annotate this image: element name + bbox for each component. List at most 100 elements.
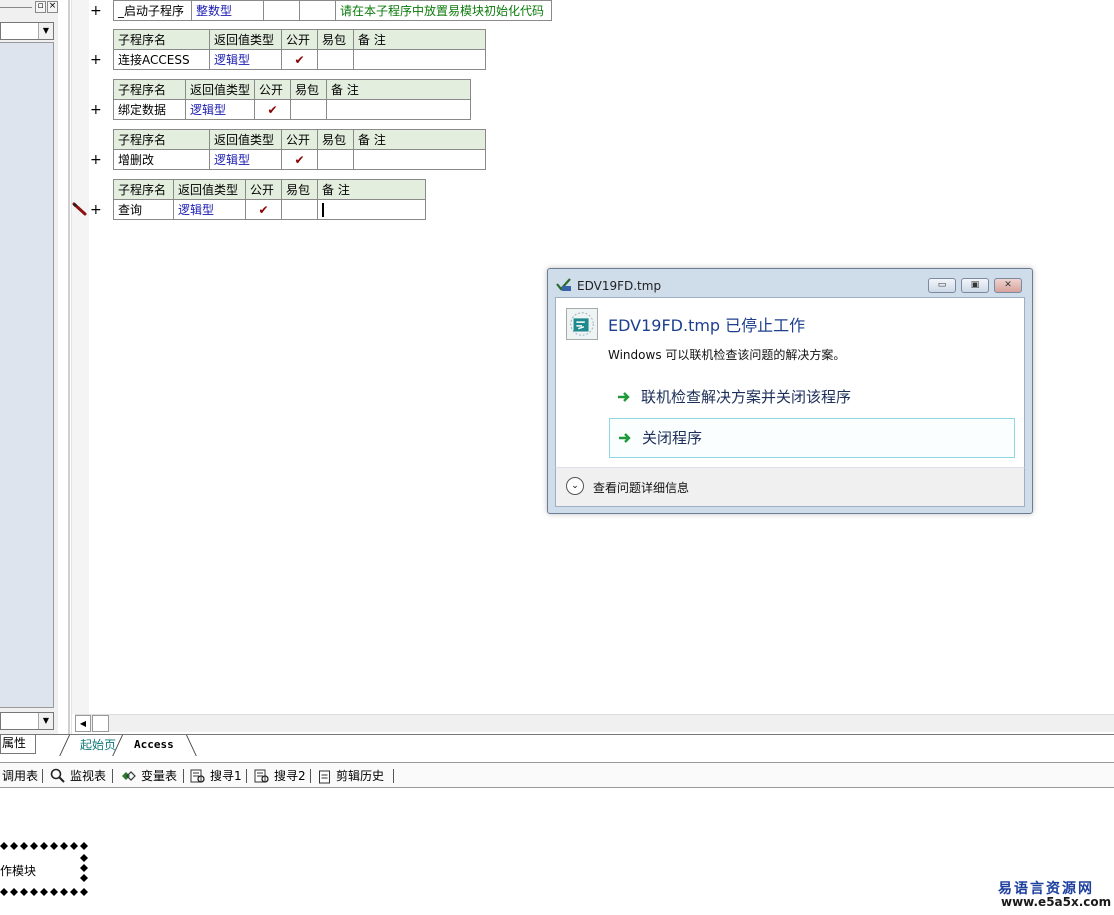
header-public: 公开 <box>254 79 292 100</box>
public-cell[interactable] <box>263 0 300 21</box>
panel-selector[interactable]: ▼ <box>0 22 54 40</box>
subroutine-table: 子程序名 返回值类型 公开 易包 备 注 绑定数据 逻辑型 ✔ <box>113 79 472 120</box>
panel-tree-view[interactable] <box>0 42 54 708</box>
toolbar-variable-table[interactable]: 变量表 <box>120 767 177 785</box>
comment-cell[interactable]: 请在本子程序中放置易模块初始化代码 <box>335 0 552 21</box>
toolbar-separator <box>183 769 184 783</box>
scroll-thumb[interactable] <box>92 715 109 732</box>
expand-toggle[interactable]: + <box>90 203 102 217</box>
comment-cell[interactable] <box>353 149 486 170</box>
subroutine-name[interactable]: 查询 <box>113 199 174 220</box>
table-row: 连接ACCESS 逻辑型 ✔ <box>113 49 486 70</box>
subroutine-name[interactable]: _启动子程序 <box>113 0 192 21</box>
return-type[interactable]: 逻辑型 <box>184 99 256 120</box>
toolbar-separator <box>246 769 247 783</box>
header-return-type: 返回值类型 <box>209 29 282 50</box>
chevron-down-icon[interactable]: ⌄ <box>566 477 584 495</box>
expand-toggle[interactable]: + <box>90 103 102 117</box>
panel-grip <box>0 7 32 8</box>
header-name: 子程序名 <box>113 79 186 100</box>
header-easy-pkg: 易包 <box>290 79 328 100</box>
public-checkmark[interactable]: ✔ <box>281 149 318 170</box>
return-type[interactable]: 整数型 <box>191 0 264 21</box>
public-checkmark[interactable]: ✔ <box>281 49 318 70</box>
return-type[interactable]: 逻辑型 <box>173 199 246 220</box>
dialog-footer: ⌄ 查看问题详细信息 <box>555 467 1025 507</box>
scroll-left-icon[interactable]: ◀ <box>75 715 91 732</box>
toolbar-separator <box>112 769 113 783</box>
subroutine-name[interactable]: 绑定数据 <box>113 99 186 120</box>
toolbar-search-2[interactable]: 搜寻2 <box>254 767 306 785</box>
chevron-down-icon[interactable]: ▼ <box>38 23 53 39</box>
option-label: 联机检查解决方案并关闭该程序 <box>641 388 852 406</box>
minimize-button[interactable]: ▭ <box>928 278 956 293</box>
subroutine-table: 子程序名 返回值类型 公开 易包 备 注 连接ACCESS 逻辑型 ✔ <box>113 29 486 70</box>
clipboard-icon <box>319 770 330 783</box>
comment-cell[interactable] <box>353 49 486 70</box>
dialog-title: EDV19FD.tmp <box>577 279 662 293</box>
toolbar-separator <box>42 769 43 783</box>
gutter <box>72 0 89 714</box>
chevron-down-icon[interactable]: ▼ <box>38 713 53 729</box>
horizontal-scrollbar[interactable]: ◀ <box>75 714 1114 732</box>
easy-pkg-cell[interactable] <box>317 149 354 170</box>
toolbar-label: 变量表 <box>141 769 178 783</box>
subroutine-name[interactable]: 连接ACCESS <box>113 49 210 70</box>
close-program-option[interactable]: 关闭程序 <box>609 418 1015 458</box>
file-tab-bar: 起始页 Access <box>0 734 1114 756</box>
subroutine-name[interactable]: 增删改 <box>113 149 210 170</box>
return-type[interactable]: 逻辑型 <box>209 49 282 70</box>
gutter-divider <box>68 0 70 734</box>
error-dialog: EDV19FD.tmp ▭ ▣ ✕ EDV19FD.tmp 已停止工作 Wind… <box>547 268 1033 514</box>
expand-toggle[interactable]: + <box>90 4 102 18</box>
expand-toggle[interactable]: + <box>90 153 102 167</box>
table-row: 查询 逻辑型 ✔ <box>113 199 426 220</box>
header-return-type: 返回值类型 <box>173 179 246 200</box>
header-comment: 备 注 <box>317 179 426 200</box>
maximize-button[interactable]: ▣ <box>961 278 989 293</box>
header-name: 子程序名 <box>113 29 210 50</box>
panel-restore-button[interactable]: ▫ <box>35 1 46 13</box>
toolbar-search-1[interactable]: 搜寻1 <box>190 767 242 785</box>
panel-close-button[interactable]: × <box>47 1 58 13</box>
easy-pkg-cell[interactable] <box>281 199 318 220</box>
comment-cell[interactable] <box>326 99 472 120</box>
toolbar-call-table[interactable]: 调用表 <box>2 767 38 785</box>
public-checkmark[interactable]: ✔ <box>245 199 282 220</box>
tab-access[interactable]: Access <box>124 735 184 756</box>
easy-pkg-cell[interactable] <box>299 0 336 21</box>
dialog-titlebar[interactable]: EDV19FD.tmp ▭ ▣ ✕ <box>548 269 1032 297</box>
view-details-link[interactable]: 查看问题详细信息 <box>593 479 689 496</box>
variables-icon <box>122 771 136 781</box>
panel-bottom-selector[interactable]: ▼ <box>0 712 54 730</box>
bottom-toolbar: 调用表 监视表 变量表 搜寻1 搜寻2 剪辑历史 <box>0 762 1114 788</box>
expand-toggle[interactable]: + <box>90 53 102 67</box>
header-public: 公开 <box>245 179 282 200</box>
panel-titlebar: ▫ × <box>0 0 62 17</box>
easy-pkg-cell[interactable] <box>290 99 328 120</box>
header-return-type: 返回值类型 <box>209 129 282 150</box>
toolbar-label: 搜寻1 <box>210 769 242 783</box>
green-arrow-icon <box>618 392 630 402</box>
header-easy-pkg: 易包 <box>317 29 354 50</box>
return-type[interactable]: 逻辑型 <box>209 149 282 170</box>
pencil-icon <box>72 202 87 216</box>
table-header-row: 子程序名 返回值类型 公开 易包 备 注 <box>113 79 472 100</box>
header-easy-pkg: 易包 <box>317 129 354 150</box>
text-caret <box>322 202 324 217</box>
toolbar-clip-history[interactable]: 剪辑历史 <box>318 767 384 785</box>
check-online-option[interactable]: 联机检查解决方案并关闭该程序 <box>609 378 1015 418</box>
comment-cell-editing[interactable] <box>317 199 426 220</box>
close-button[interactable]: ✕ <box>994 278 1022 293</box>
easy-pkg-cell[interactable] <box>317 49 354 70</box>
toolbar-watch-table[interactable]: 监视表 <box>50 767 106 785</box>
header-public: 公开 <box>281 29 318 50</box>
table-row: 绑定数据 逻辑型 ✔ <box>113 99 472 120</box>
dialog-heading: EDV19FD.tmp 已停止工作 <box>608 316 806 335</box>
public-checkmark[interactable]: ✔ <box>254 99 292 120</box>
toolbar-label: 剪辑历史 <box>336 769 385 783</box>
error-app-icon <box>556 278 571 291</box>
subroutine-table: 子程序名 返回值类型 公开 易包 备 注 增删改 逻辑型 ✔ <box>113 129 486 170</box>
dialog-body: EDV19FD.tmp 已停止工作 Windows 可以联机检查该问题的解决方案… <box>555 297 1025 467</box>
header-comment: 备 注 <box>353 129 486 150</box>
